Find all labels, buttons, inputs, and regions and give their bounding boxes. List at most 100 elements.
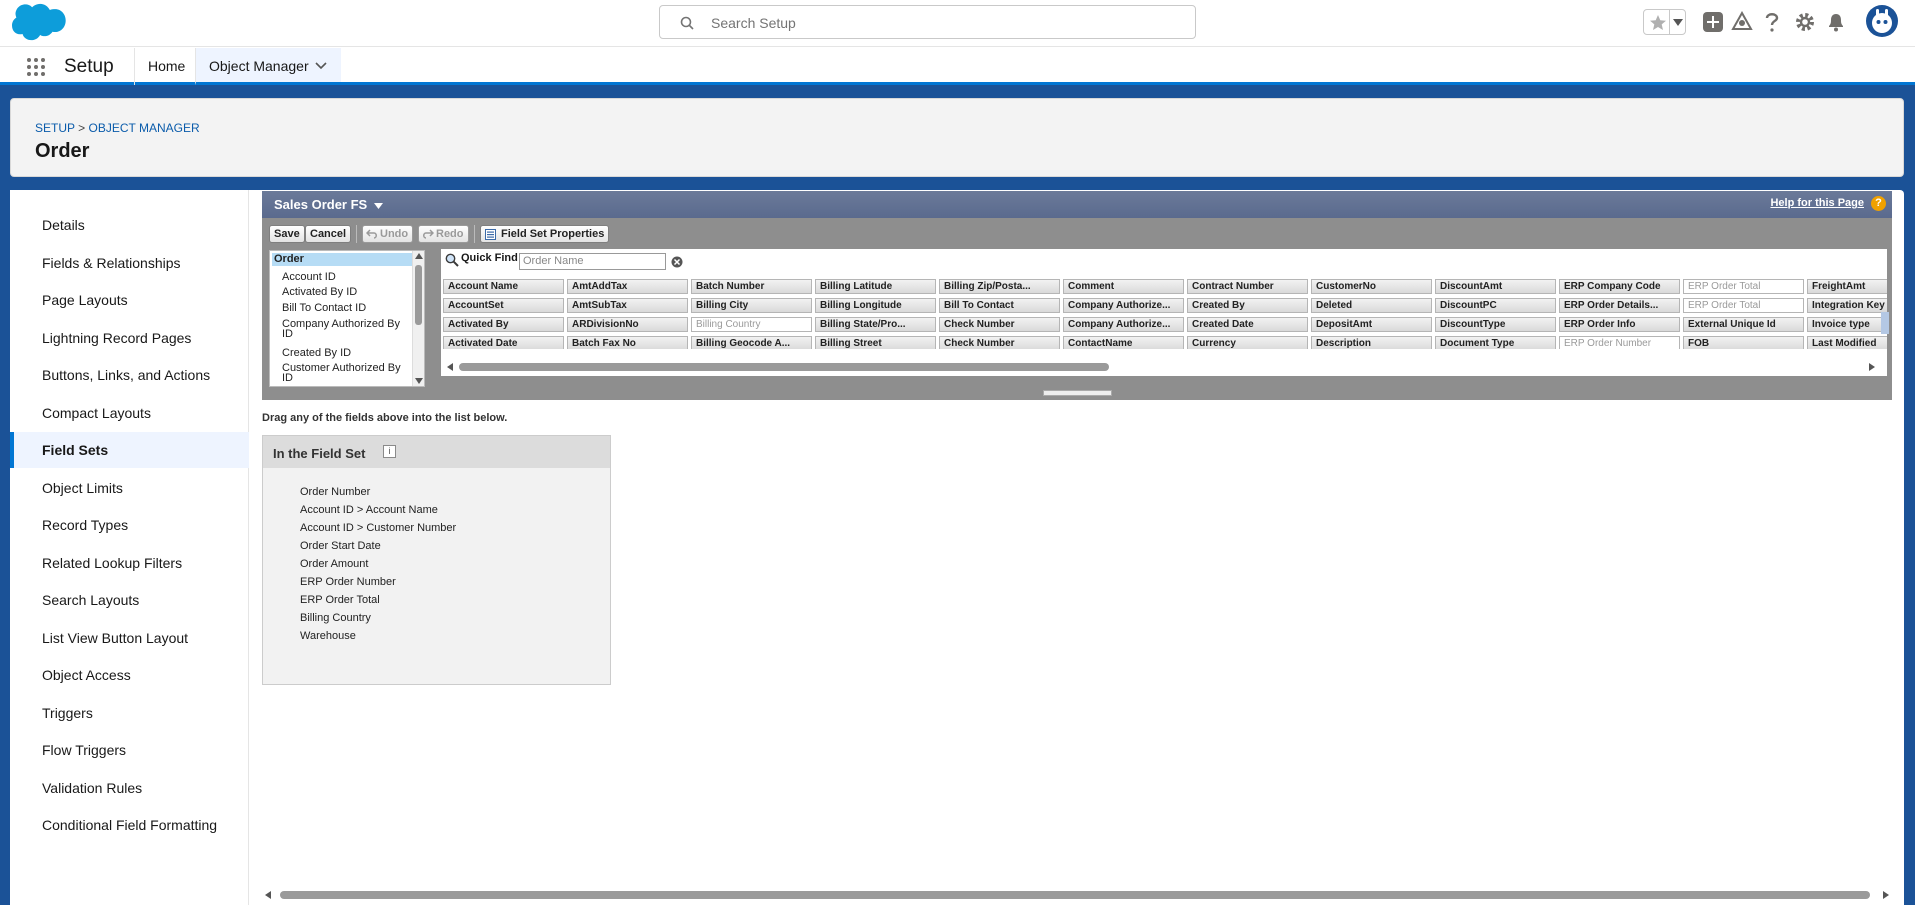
field-chip[interactable]: DiscountType	[1435, 317, 1556, 332]
sidebar-item-field-sets[interactable]: Field Sets	[10, 432, 249, 468]
field-chip[interactable]: Description	[1311, 336, 1432, 349]
field-chip[interactable]: AccountSet	[443, 298, 564, 313]
sidebar-item-validation-rules[interactable]: Validation Rules	[10, 770, 249, 806]
field-chip[interactable]: Batch Fax No	[567, 336, 688, 349]
breadcrumb-object-manager[interactable]: OBJECT MANAGER	[89, 121, 200, 135]
field-chip[interactable]: Comment	[1063, 279, 1184, 294]
tree-item-order[interactable]: Order	[272, 253, 412, 266]
field-chip[interactable]: Account Name	[443, 279, 564, 294]
page-horizontal-scrollbar[interactable]	[262, 888, 1892, 902]
field-chip[interactable]: DepositAmt	[1311, 317, 1432, 332]
sidebar-item-compact-layouts[interactable]: Compact Layouts	[10, 395, 249, 431]
field-chip[interactable]: ERP Order Details...	[1559, 298, 1680, 313]
page-scroll-thumb[interactable]	[280, 891, 1870, 899]
scroll-left-icon[interactable]	[265, 891, 271, 899]
field-chip[interactable]: Contract Number	[1187, 279, 1308, 294]
sidebar-item-object-limits[interactable]: Object Limits	[10, 470, 249, 506]
sidebar-item-conditional-field-formatting[interactable]: Conditional Field Formatting	[10, 807, 249, 843]
add-icon[interactable]	[1702, 11, 1724, 33]
field-chip[interactable]: ERP Order Total	[1683, 298, 1804, 313]
field-chip[interactable]: AmtSubTax	[567, 298, 688, 313]
field-chip[interactable]: DiscountPC	[1435, 298, 1556, 313]
sidebar-item-lightning-record-pages[interactable]: Lightning Record Pages	[10, 320, 249, 356]
chevron-down-icon[interactable]	[315, 62, 327, 70]
tree-item[interactable]: Account ID	[282, 272, 336, 283]
field-chip[interactable]: Invoice type	[1807, 317, 1887, 332]
field-chip[interactable]: ERP Order Number	[1559, 336, 1680, 349]
field-chip[interactable]: Created By	[1187, 298, 1308, 313]
field-chip[interactable]: Billing Longitude	[815, 298, 936, 313]
sidebar-item-search-layouts[interactable]: Search Layouts	[10, 582, 249, 618]
sidebar-item-triggers[interactable]: Triggers	[10, 695, 249, 731]
cancel-button[interactable]: Cancel	[305, 225, 352, 243]
tree-scrollbar[interactable]	[412, 251, 424, 386]
field-set-item[interactable]: Order Amount	[300, 558, 368, 570]
field-chip[interactable]: DiscountAmt	[1435, 279, 1556, 294]
help-for-this-page-link[interactable]: Help for this Page	[1770, 197, 1864, 209]
scroll-right-icon[interactable]	[1883, 891, 1889, 899]
redo-button[interactable]: Redo	[418, 225, 469, 243]
panel-expand-tab[interactable]	[1881, 312, 1889, 334]
field-chip[interactable]: Company Authorize...	[1063, 317, 1184, 332]
app-launcher-icon[interactable]	[26, 57, 46, 77]
field-set-item[interactable]: Billing Country	[300, 612, 371, 624]
field-chip[interactable]: Currency	[1187, 336, 1308, 349]
quick-find-input[interactable]: Order Name	[519, 253, 666, 270]
tree-item[interactable]: ID	[282, 329, 293, 340]
field-chip[interactable]: External Unique Id	[1683, 317, 1804, 332]
sidebar-item-fields-relationships[interactable]: Fields & Relationships	[10, 245, 249, 281]
bell-icon[interactable]	[1826, 11, 1846, 33]
field-set-item[interactable]: Order Start Date	[300, 540, 381, 552]
field-chip[interactable]: ERP Order Info	[1559, 317, 1680, 332]
field-chip[interactable]: Integration Key	[1807, 298, 1887, 313]
sidebar-item-page-layouts[interactable]: Page Layouts	[10, 282, 249, 318]
field-set-item[interactable]: Account ID > Customer Number	[300, 522, 456, 534]
field-chip[interactable]: Activated Date	[443, 336, 564, 349]
field-set-item[interactable]: Warehouse	[300, 630, 356, 642]
palette-scroll-thumb[interactable]	[459, 363, 1109, 371]
sidebar-item-related-lookup-filters[interactable]: Related Lookup Filters	[10, 545, 249, 581]
sidebar-item-buttons-links-actions[interactable]: Buttons, Links, and Actions	[10, 357, 249, 393]
tab-home[interactable]: Home	[134, 48, 198, 85]
tree-item[interactable]: Company Authorized By	[282, 319, 400, 330]
tree-item[interactable]: Bill To Contact ID	[282, 303, 366, 314]
scroll-right-icon[interactable]	[1869, 363, 1875, 371]
scroll-down-icon[interactable]	[415, 378, 423, 384]
tree-item[interactable]: Created By ID	[282, 348, 351, 359]
save-button[interactable]: Save	[269, 225, 305, 243]
field-chip[interactable]: CustomerNo	[1311, 279, 1432, 294]
sidebar-item-record-types[interactable]: Record Types	[10, 507, 249, 543]
salesforce-logo[interactable]	[12, 3, 72, 41]
scroll-up-icon[interactable]	[415, 253, 423, 259]
field-chip[interactable]: ERP Company Code	[1559, 279, 1680, 294]
field-chip[interactable]: AmtAddTax	[567, 279, 688, 294]
resize-handle[interactable]	[1043, 390, 1112, 396]
field-chip[interactable]: Check Number	[939, 317, 1060, 332]
field-chip[interactable]: Billing City	[691, 298, 812, 313]
tree-scroll-thumb[interactable]	[415, 265, 422, 325]
field-chip[interactable]: ContactName	[1063, 336, 1184, 349]
field-set-title[interactable]: Sales Order FS	[274, 197, 383, 212]
field-set-item[interactable]: Account ID > Account Name	[300, 504, 438, 516]
field-chip[interactable]: Check Number	[939, 336, 1060, 349]
undo-button[interactable]: Undo	[362, 225, 414, 243]
clear-search-icon[interactable]	[671, 256, 683, 268]
sidebar-item-details[interactable]: Details	[10, 207, 249, 243]
field-chip[interactable]: FreightAmt	[1807, 279, 1887, 294]
field-chip[interactable]: Bill To Contact	[939, 298, 1060, 313]
field-set-item[interactable]: ERP Order Number	[300, 576, 396, 588]
scroll-left-icon[interactable]	[447, 363, 453, 371]
field-chip[interactable]: Batch Number	[691, 279, 812, 294]
field-chip[interactable]: ERP Order Total	[1683, 279, 1804, 294]
sidebar-item-object-access[interactable]: Object Access	[10, 657, 249, 693]
field-chip[interactable]: Created Date	[1187, 317, 1308, 332]
field-chip[interactable]: Activated By	[443, 317, 564, 332]
sidebar-item-flow-triggers[interactable]: Flow Triggers	[10, 732, 249, 768]
favorites-button[interactable]	[1643, 9, 1686, 35]
tree-item[interactable]: Customer Authorized By	[282, 363, 401, 374]
field-chip[interactable]: FOB	[1683, 336, 1804, 349]
field-chip[interactable]: Billing Street	[815, 336, 936, 349]
field-chip[interactable]: Billing Zip/Posta...	[939, 279, 1060, 294]
search-input[interactable]: Search Setup	[659, 5, 1196, 39]
help-icon[interactable]	[1762, 11, 1782, 33]
